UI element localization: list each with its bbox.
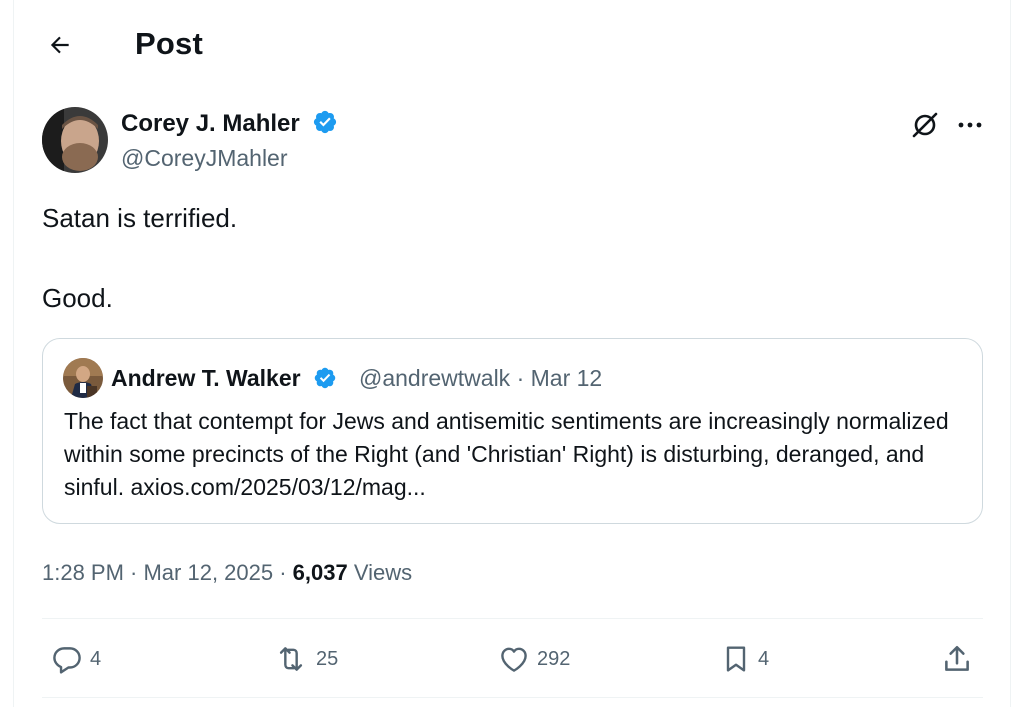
author-handle[interactable]: @CoreyJMahler — [121, 143, 288, 173]
repost-icon — [279, 647, 303, 671]
share-icon — [945, 645, 969, 671]
share-button[interactable] — [940, 640, 974, 678]
divider — [42, 697, 983, 698]
author-name[interactable]: Corey J. Mahler — [121, 109, 338, 139]
post-text-line: Satan is terrified. — [42, 203, 238, 233]
post-text-line: Good. — [42, 283, 113, 313]
quote-author-name-text: Andrew T. Walker — [111, 365, 301, 391]
avatar[interactable] — [42, 107, 108, 173]
more-dots-icon — [958, 122, 982, 128]
reply-icon — [53, 647, 81, 674]
page-border-right — [1010, 0, 1011, 707]
quote-author-name[interactable]: Andrew T. Walker — [111, 363, 337, 393]
heart-icon — [501, 647, 527, 672]
page-border-left — [13, 0, 14, 707]
divider — [42, 618, 983, 619]
arrow-left-icon — [50, 36, 69, 54]
post-text: Satan is terrified. Good. — [42, 198, 982, 318]
header: Post — [0, 0, 1024, 90]
views-label: Views — [347, 560, 413, 585]
quote-author-handle-date: @andrewtwalk · Mar 12 — [359, 365, 603, 391]
like-count: 292 — [537, 648, 571, 670]
quoted-post[interactable]: Andrew T. Walker @andrewtwalk · Mar 12 T… — [42, 338, 983, 524]
views-count: 6,037 — [292, 560, 348, 585]
reply-button[interactable]: 4 — [50, 640, 101, 678]
post-meta: 1:28 PM · Mar 12, 2025 · 6,037 Views — [42, 558, 412, 588]
back-button[interactable] — [40, 25, 80, 65]
post-timestamp[interactable]: 1:28 PM · Mar 12, 2025 · — [42, 560, 293, 585]
repost-count: 25 — [316, 648, 339, 670]
more-options-button[interactable] — [953, 106, 987, 144]
bookmark-count: 4 — [758, 648, 770, 670]
quote-text: The fact that contempt for Jews and anti… — [64, 408, 949, 500]
verified-badge-icon — [314, 367, 336, 389]
grok-icon — [912, 112, 938, 138]
page-title: Post — [135, 26, 203, 61]
avatar-image — [42, 107, 108, 173]
quote-avatar[interactable] — [63, 358, 103, 398]
quote-avatar-image — [63, 358, 103, 398]
grok-button[interactable] — [906, 106, 944, 144]
reply-count: 4 — [90, 648, 102, 670]
repost-button[interactable]: 25 — [272, 640, 338, 678]
post-text-line — [42, 238, 982, 278]
verified-badge-icon — [314, 110, 337, 134]
bookmark-button[interactable]: 4 — [720, 640, 769, 678]
bookmark-icon — [726, 646, 746, 672]
like-button[interactable]: 292 — [497, 640, 570, 678]
author-name-text: Corey J. Mahler — [121, 110, 300, 137]
